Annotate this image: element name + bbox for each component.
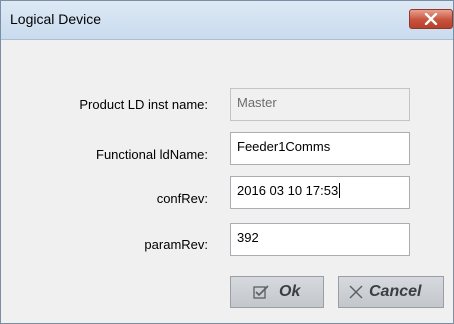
product-ld-inst-name-label: Product LD inst name: xyxy=(79,97,208,112)
paramrev-label: paramRev: xyxy=(144,237,208,252)
logical-device-dialog: Logical Device Product LD inst name: Mas… xyxy=(0,0,454,324)
paramrev-field[interactable]: 392 xyxy=(230,223,410,256)
x-cancel-icon xyxy=(349,285,363,299)
ok-button[interactable]: Ok xyxy=(230,276,324,308)
cancel-button-label: Cancel xyxy=(369,283,422,300)
product-ld-inst-name-field: Master xyxy=(230,88,410,121)
confrev-value: 2016 03 10 17:53 xyxy=(237,183,339,198)
functional-ldname-field[interactable]: Feeder1Comms xyxy=(230,132,410,165)
functional-ldname-label: Functional ldName: xyxy=(96,147,208,162)
checkbox-check-icon xyxy=(253,285,269,299)
ok-button-label: Ok xyxy=(279,283,301,300)
confrev-label: confRev: xyxy=(156,191,208,206)
paramrev-value: 392 xyxy=(237,230,259,245)
confrev-field[interactable]: 2016 03 10 17:53 xyxy=(230,176,410,209)
close-icon xyxy=(424,13,438,25)
product-ld-inst-name-value: Master xyxy=(237,95,277,110)
close-button[interactable] xyxy=(409,9,453,29)
text-caret xyxy=(339,183,341,198)
cancel-button[interactable]: Cancel xyxy=(338,276,444,308)
window-title: Logical Device xyxy=(10,11,102,27)
functional-ldname-value: Feeder1Comms xyxy=(237,139,331,154)
title-bar[interactable]: Logical Device xyxy=(1,1,453,40)
